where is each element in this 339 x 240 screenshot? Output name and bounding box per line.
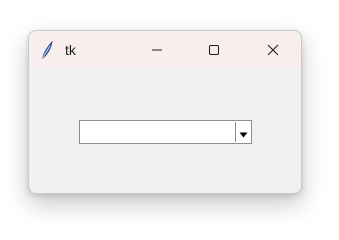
chevron-down-icon (239, 123, 248, 142)
minimize-button[interactable] (134, 31, 180, 69)
minimize-icon (151, 41, 163, 60)
window-title: tk (65, 42, 76, 58)
close-icon (267, 41, 279, 60)
close-button[interactable] (250, 31, 296, 69)
tk-feather-icon (39, 40, 55, 60)
maximize-icon (208, 41, 220, 60)
maximize-button[interactable] (191, 31, 237, 69)
combobox-dropdown-button[interactable] (235, 122, 250, 142)
window-content (29, 69, 301, 193)
title-bar[interactable]: tk (29, 31, 301, 69)
combobox[interactable] (79, 120, 252, 144)
app-window: tk (28, 30, 302, 194)
